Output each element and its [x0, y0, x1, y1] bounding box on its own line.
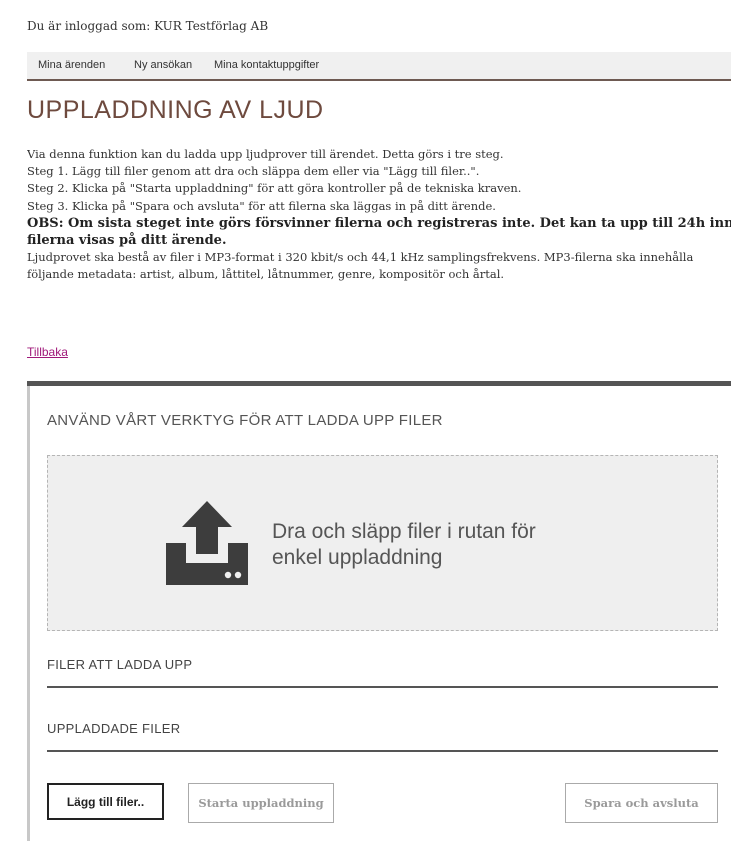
back-link[interactable]: Tillbaka [27, 345, 68, 359]
intro-line: Via denna funktion kan du ladda upp ljud… [27, 147, 504, 161]
top-nav: Mina ärenden Ny ansökan Mina kontaktuppg… [27, 52, 731, 81]
file-dropzone[interactable]: Dra och släpp filer i rutan för enkel up… [47, 455, 718, 631]
step-2-text: Steg 2. Klicka på "Starta uppladdning" f… [27, 181, 522, 196]
files-to-upload-divider [47, 686, 718, 688]
uploaded-files-divider [47, 750, 718, 752]
requirements-text-continued: följande metadata: artist, album, låttit… [27, 267, 505, 282]
page: Du är inloggad som: KUR Testförlag AB Mi… [0, 0, 731, 841]
warning-text-continued: filerna visas på ditt ärende. [27, 233, 227, 249]
uploader-left-border [27, 386, 30, 841]
upload-icon [166, 501, 248, 585]
dropzone-instructions: Dra och släpp filer i rutan för enkel up… [272, 519, 632, 571]
warning-text: OBS: Om sista steget inte görs försvinne… [27, 215, 731, 231]
step-1-text: Steg 1. Lägg till filer genom att dra oc… [27, 164, 480, 179]
uploaded-files-heading: UPPLADDADE FILER [47, 721, 181, 736]
logged-in-text: Du är inloggad som: KUR Testförlag AB [27, 19, 269, 33]
intro-text: Via denna funktion kan du ladda upp ljud… [27, 146, 731, 284]
nav-item-mina-arenden[interactable]: Mina ärenden [38, 59, 105, 71]
dropzone-text-line-2: enkel uppladdning [272, 546, 443, 569]
nav-item-mina-kontaktuppgifter[interactable]: Mina kontaktuppgifter [214, 59, 319, 71]
uploader-title: ANVÄND VÅRT VERKTYG FÖR ATT LADDA UPP FI… [47, 412, 443, 429]
requirements-text: Ljudprovet ska bestå av filer i MP3-form… [27, 250, 694, 265]
section-divider [27, 381, 731, 386]
files-to-upload-heading: FILER ATT LADDA UPP [47, 657, 193, 672]
nav-item-ny-ansokan[interactable]: Ny ansökan [134, 59, 192, 71]
start-upload-button[interactable]: Starta uppladdning [188, 783, 334, 823]
save-and-finish-button[interactable]: Spara och avsluta [565, 783, 718, 823]
add-files-button[interactable]: Lägg till filer.. [47, 783, 164, 820]
step-3-text: Steg 3. Klicka på "Spara och avsluta" fö… [27, 198, 496, 213]
dropzone-text-line-1: Dra och släpp filer i rutan för [272, 520, 536, 543]
page-title: UPPLADDNING AV LJUD [27, 96, 324, 124]
